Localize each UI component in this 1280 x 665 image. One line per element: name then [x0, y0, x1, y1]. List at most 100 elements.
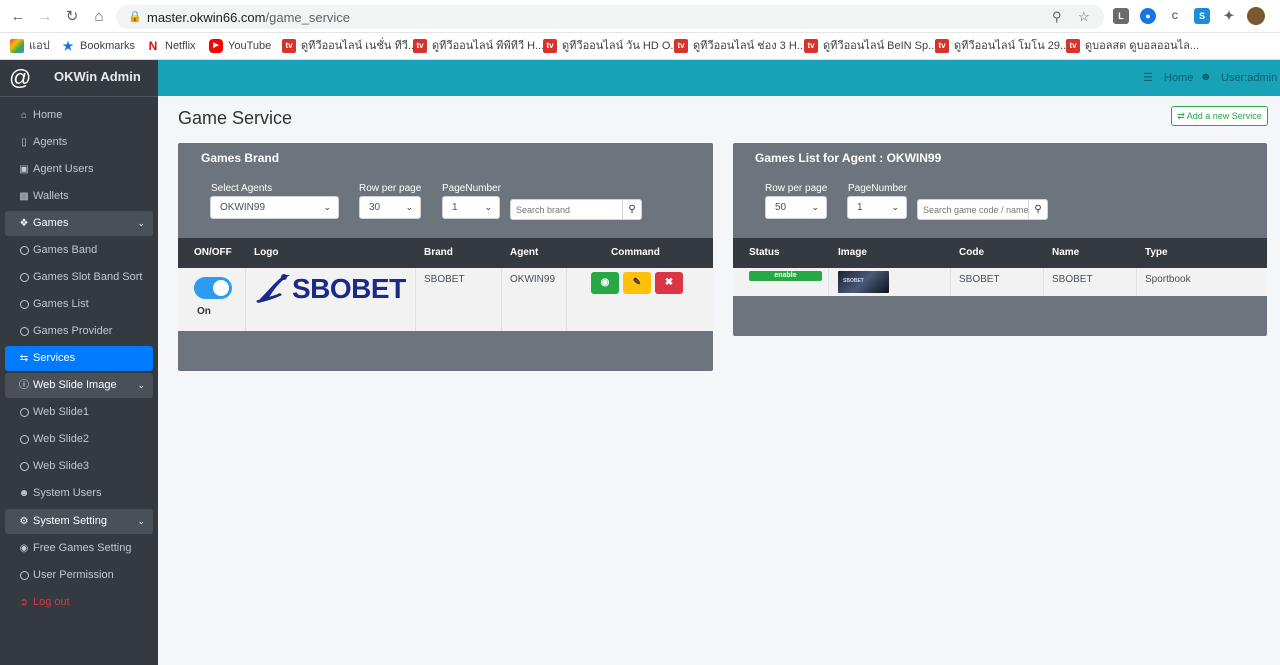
bookmark-netflix[interactable]: N Netflix	[146, 37, 196, 55]
bookmark-tv-2[interactable]: tv ดูทีวีออนไลน์ พีพีทีวี H...	[413, 37, 544, 55]
sidebar-item-web-slide1[interactable]: Web Slide1	[5, 400, 153, 425]
add-service-button[interactable]: ⇄ Add a new Service	[1171, 106, 1268, 126]
s-extension-icon[interactable]: S	[1194, 8, 1210, 24]
game-thumbnail: SBOBET	[838, 271, 889, 293]
sidebar-item-label: Web Slide2	[33, 433, 90, 445]
sidebar-item-web-slide2[interactable]: Web Slide2	[5, 427, 153, 452]
sidebar-item-log-out[interactable]: ➲ Log out	[5, 590, 153, 615]
delete-button[interactable]: ✖	[655, 272, 683, 294]
page-title: Game Service	[178, 108, 293, 128]
search-brand-input[interactable]	[511, 200, 623, 219]
search-icon[interactable]: ⚲	[1028, 200, 1047, 219]
sidebar-item-user-permission[interactable]: User Permission	[5, 563, 153, 588]
sidebar: @ OKWin Admin ⌂ Home ▯ Agents ▣ Agent Us…	[0, 60, 158, 665]
column-header-agent: Agent	[510, 247, 539, 258]
sidebar-item-free-games-setting[interactable]: ◉ Free Games Setting	[5, 536, 153, 561]
profile-avatar[interactable]	[1247, 7, 1265, 25]
search-game-field: ⚲	[917, 199, 1048, 220]
table-header: Status Image Code Name Type	[733, 238, 1267, 268]
add-service-label: Add a new Service	[1186, 111, 1262, 121]
bookmark-star-icon[interactable]: ☆	[1078, 9, 1090, 25]
bookmark-tv-7[interactable]: tv ดูบอลสด ดูบอลออนไล...	[1066, 37, 1199, 55]
zoom-search-icon[interactable]: ⚲	[1052, 9, 1062, 25]
bookmark-label: ดูทีวีออนไลน์ โมโน 29...	[954, 40, 1070, 52]
brand-toggle-switch[interactable]	[194, 277, 232, 299]
c-extension-icon[interactable]: C	[1167, 8, 1183, 24]
netflix-icon: N	[148, 39, 158, 54]
edit-button[interactable]: ✎	[623, 272, 651, 294]
sidebar-item-agent-users[interactable]: ▣ Agent Users	[5, 157, 153, 182]
search-icon[interactable]: ⚲	[622, 200, 641, 219]
chevron-down-icon: ⌄	[811, 202, 819, 212]
at-logo-icon: @	[9, 65, 32, 90]
exchange-icon: ⇆	[19, 353, 29, 364]
sidebar-item-agents[interactable]: ▯ Agents	[5, 130, 153, 155]
sidebar-item-home[interactable]: ⌂ Home	[5, 103, 153, 128]
nav-user-link[interactable]: User:admin	[1221, 72, 1277, 84]
sidebar-item-web-slide3[interactable]: Web Slide3	[5, 454, 153, 479]
rows-per-page-dropdown[interactable]: 50 ⌄	[765, 196, 827, 219]
bookmark-tv-6[interactable]: tv ดูทีวีออนไลน์ โมโน 29...	[935, 37, 1069, 55]
cell-divider	[566, 268, 567, 331]
circle-icon	[17, 265, 31, 290]
type-cell: Sportbook	[1145, 274, 1191, 285]
select-agents-dropdown[interactable]: OKWIN99 ⌄	[210, 196, 339, 219]
url-text: master.okwin66.com/game_service	[147, 10, 350, 25]
bookmark-tv-4[interactable]: tv ดูทีวีออนไลน์ ช่อง 3 H...	[674, 37, 806, 55]
bookmark-tv-5[interactable]: tv ดูทีวีออนไลน์ BeIN Sp...	[804, 37, 937, 55]
forward-arrow-icon[interactable]: →	[36, 8, 54, 26]
tv-site-icon: tv	[282, 39, 296, 54]
url-host: master.okwin66.com	[147, 10, 266, 25]
sidebar-item-label: Web Slide1	[33, 406, 90, 418]
rows-per-page-dropdown[interactable]: 30 ⌄	[359, 196, 421, 219]
sidebar-item-games-slot-band-sort[interactable]: Games Slot Band Sort	[5, 265, 153, 290]
tv-site-icon: tv	[1066, 39, 1080, 54]
shield-extension-icon[interactable]: ●	[1140, 8, 1156, 24]
sidebar-item-games-provider[interactable]: Games Provider	[5, 319, 153, 344]
sidebar-item-games-list[interactable]: Games List	[5, 292, 153, 317]
sbobet-logo: SBOBET	[254, 271, 406, 305]
reload-icon[interactable]: ↻	[63, 8, 81, 26]
table-row: enable SBOBET SBOBET SBOBET Sportbook	[733, 268, 1267, 296]
address-bar[interactable]: 🔒 master.okwin66.com/game_service ⚲ ☆	[116, 5, 1104, 29]
sidebar-item-games-band[interactable]: Games Band	[5, 238, 153, 263]
sidebar-item-wallets[interactable]: ▩ Wallets	[5, 184, 153, 209]
bookmark-tv-1[interactable]: tv ดูทีวีออนไลน์ เนชั่น ทีวี...	[282, 37, 417, 55]
bookmark-tv-3[interactable]: tv ดูทีวีออนไลน์ วัน HD O...	[543, 37, 680, 55]
sidebar-item-label: Services	[33, 352, 76, 364]
home-icon: ⌂	[20, 110, 28, 121]
sidebar-item-system-users[interactable]: ☻ System Users	[5, 481, 153, 506]
youtube-icon: ▶	[209, 39, 223, 54]
page-number-dropdown[interactable]: 1 ⌄	[847, 196, 907, 219]
puzzle-extension-icon[interactable]: ✦	[1221, 8, 1237, 24]
line-extension-icon[interactable]: L	[1113, 8, 1129, 24]
menu-bars-icon[interactable]: ☰	[1143, 71, 1153, 84]
circle-icon	[17, 427, 31, 452]
sidebar-item-system-setting[interactable]: ⚙ System Setting ⌄	[5, 509, 153, 534]
user-circle-icon: ☻	[18, 488, 30, 499]
cubes-icon: ❖	[19, 218, 29, 229]
bookmark-youtube[interactable]: ▶ YouTube	[209, 37, 271, 55]
brand-title: OKWin Admin	[54, 69, 141, 84]
bookmark-label: ดูทีวีออนไลน์ ช่อง 3 H...	[693, 40, 806, 52]
search-game-input[interactable]	[918, 200, 1029, 219]
home-browser-icon[interactable]: ⌂	[90, 8, 108, 26]
sidebar-item-games[interactable]: ❖ Games ⌄	[5, 211, 153, 236]
nav-home-link[interactable]: Home	[1164, 72, 1193, 84]
column-header-type: Type	[1145, 247, 1168, 258]
sidebar-brand[interactable]: @ OKWin Admin	[0, 60, 158, 97]
tv-site-icon: tv	[804, 39, 818, 54]
top-navbar: ☰ Home ☻ User:admin	[158, 60, 1280, 96]
back-arrow-icon[interactable]: ←	[9, 8, 27, 26]
circle-icon	[17, 454, 31, 479]
bookmark-label: ดูทีวีออนไลน์ เนชั่น ทีวี...	[301, 40, 418, 52]
bookmark-bookmarks[interactable]: ★ Bookmarks	[61, 37, 135, 55]
brand-cell: SBOBET	[424, 274, 465, 285]
view-button[interactable]: ◉	[591, 272, 619, 294]
sidebar-item-services[interactable]: ⇆ Services	[5, 346, 153, 371]
sidebar-item-web-slide-image[interactable]: ⓘ Web Slide Image ⌄	[5, 373, 153, 398]
wallet-icon: ▩	[19, 191, 29, 202]
page-number-dropdown[interactable]: 1 ⌄	[442, 196, 500, 219]
games-list-panel: Games List for Agent : OKWIN99 Row per p…	[733, 143, 1267, 336]
bookmark-apps[interactable]: แอป	[10, 37, 50, 55]
